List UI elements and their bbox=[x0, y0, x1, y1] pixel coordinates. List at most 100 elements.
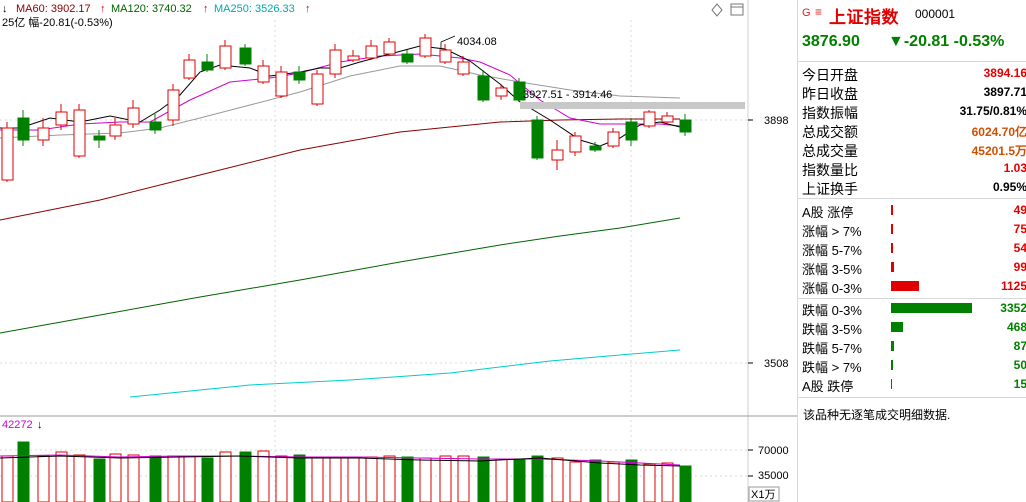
candle-body bbox=[55, 111, 68, 126]
distribution-row: A股 涨停 49 bbox=[798, 201, 1026, 220]
volume-bar bbox=[55, 451, 68, 502]
distribution-label: 跌幅 0-3% bbox=[802, 303, 862, 318]
stats-label: 指数量比 bbox=[802, 162, 858, 178]
distribution-label: 跌幅 > 7% bbox=[802, 360, 862, 375]
volume-bar bbox=[149, 455, 162, 502]
candle-body bbox=[311, 73, 324, 105]
candle-body bbox=[219, 45, 232, 69]
stats-value: 45201.5万 bbox=[971, 144, 1026, 158]
stats-value: 31.75/0.81% bbox=[959, 104, 1026, 118]
g-icon[interactable]: G bbox=[802, 7, 811, 19]
candle-body bbox=[201, 61, 214, 71]
volume-bar bbox=[167, 455, 180, 502]
candle-body bbox=[239, 47, 252, 65]
distribution-row: 跌幅 5-7% 87 bbox=[798, 337, 1026, 356]
kline-chart[interactable]: 4034.08 3927.51 - 3914.46 3898 3508 ↓ MA… bbox=[0, 0, 797, 502]
index-name: 上证指数 bbox=[829, 8, 899, 27]
volume-bar bbox=[569, 461, 582, 502]
kline-chart-panel[interactable]: 4034.08 3927.51 - 3914.46 3898 3508 ↓ MA… bbox=[0, 0, 797, 502]
candle-body bbox=[293, 71, 306, 81]
high-annotation: 4034.08 bbox=[440, 35, 497, 48]
volume-bar bbox=[73, 454, 86, 502]
candle-body bbox=[73, 109, 86, 157]
volume-bar bbox=[17, 441, 30, 502]
legend-change: 25亿 幅-20.81(-0.53%) bbox=[2, 16, 113, 29]
ma60-line bbox=[0, 118, 680, 221]
distribution-row: 涨幅 0-3% 1125 bbox=[798, 277, 1026, 296]
diamond-icon[interactable] bbox=[711, 3, 723, 17]
candle-body bbox=[127, 107, 140, 125]
distribution-row: 跌幅 > 7% 50 bbox=[798, 356, 1026, 375]
range-band bbox=[520, 102, 745, 109]
distribution-label: 跌幅 5-7% bbox=[802, 341, 862, 356]
stats-table: 今日开盘 3894.16 昨日收盘 3897.71 指数振幅 31.75/0.81% 总成交… bbox=[798, 63, 1026, 199]
candle-body bbox=[1, 127, 14, 181]
quote-header: G ≡ 上证指数 000001 3876.90 ▼-20.81 -0.53% bbox=[798, 0, 1026, 62]
legend-ma120-arrow: ↑ bbox=[203, 3, 209, 15]
volume-bar bbox=[383, 455, 396, 502]
distribution-bar bbox=[891, 224, 893, 234]
volume-bar bbox=[239, 451, 252, 502]
volume-bar bbox=[201, 457, 214, 502]
volume-bar bbox=[1, 455, 14, 502]
volume-bar bbox=[329, 457, 342, 502]
volume-bar bbox=[643, 463, 656, 502]
distribution-row: 跌幅 3-5% 468 bbox=[798, 318, 1026, 337]
ma120-line bbox=[0, 217, 681, 334]
distribution-bar bbox=[891, 322, 903, 332]
candle-body bbox=[37, 127, 50, 141]
distribution-bar bbox=[891, 341, 894, 351]
distribution-bar bbox=[891, 303, 972, 313]
stats-label: 指数振幅 bbox=[802, 105, 858, 121]
candle-body bbox=[589, 145, 602, 151]
distribution-bar bbox=[891, 243, 893, 253]
distribution-bar bbox=[891, 262, 894, 272]
volume-bar bbox=[439, 455, 452, 502]
legend-ma60: MA60: 3902.17 bbox=[16, 3, 91, 15]
volume-bar bbox=[457, 455, 470, 502]
stats-row: 指数量比 1.03 bbox=[798, 159, 1026, 178]
candle-body bbox=[257, 65, 270, 83]
candle-body bbox=[569, 135, 582, 153]
stats-label: 上证换手 bbox=[802, 181, 858, 197]
volume-bar bbox=[311, 456, 324, 502]
distribution-row: 涨幅 > 7% 75 bbox=[798, 220, 1026, 239]
stats-label: 昨日收盘 bbox=[802, 86, 858, 102]
window-icon[interactable] bbox=[730, 3, 744, 16]
distribution-bar bbox=[891, 379, 892, 389]
stats-value: 1.03 bbox=[1003, 161, 1026, 175]
volume-axis-label-1: 70000 bbox=[758, 445, 789, 457]
volume-bar bbox=[219, 451, 232, 502]
stats-label: 今日开盘 bbox=[802, 67, 858, 83]
distribution-bar bbox=[891, 281, 919, 291]
candle-body bbox=[401, 53, 414, 63]
volume-bar bbox=[551, 457, 564, 502]
stats-row: 上证换手 0.95% bbox=[798, 178, 1026, 197]
trade-detail-message: 该品种无逐笔成交明细数据. bbox=[803, 408, 951, 422]
volume-bar bbox=[183, 455, 196, 502]
volume-bar bbox=[419, 457, 432, 502]
menu-icon[interactable]: ≡ bbox=[815, 5, 822, 19]
distribution-value: 468 bbox=[1006, 320, 1026, 334]
volume-bar bbox=[275, 455, 288, 502]
stats-label: 总成交额 bbox=[802, 124, 858, 140]
stats-row: 今日开盘 3894.16 bbox=[798, 64, 1026, 83]
candle-body bbox=[495, 87, 508, 97]
candle-body bbox=[149, 121, 162, 131]
distribution-value: 87 bbox=[1013, 339, 1026, 353]
distribution-value: 1125 bbox=[1000, 279, 1026, 293]
candle-body bbox=[551, 149, 564, 161]
volume-bar bbox=[495, 458, 508, 502]
legend-ma250-arrow: ↑ bbox=[305, 3, 311, 15]
distribution-value: 50 bbox=[1013, 358, 1026, 372]
candle-body bbox=[661, 115, 674, 123]
candle-body bbox=[329, 49, 342, 75]
volume-bars-group bbox=[1, 441, 692, 502]
stats-row: 昨日收盘 3897.71 bbox=[798, 83, 1026, 102]
ma250-line bbox=[129, 349, 681, 398]
volume-bar bbox=[679, 465, 692, 502]
volume-bar bbox=[477, 456, 490, 502]
volume-bar bbox=[109, 453, 122, 502]
volume-header: 42272 bbox=[2, 419, 33, 431]
volume-bar bbox=[347, 456, 360, 502]
